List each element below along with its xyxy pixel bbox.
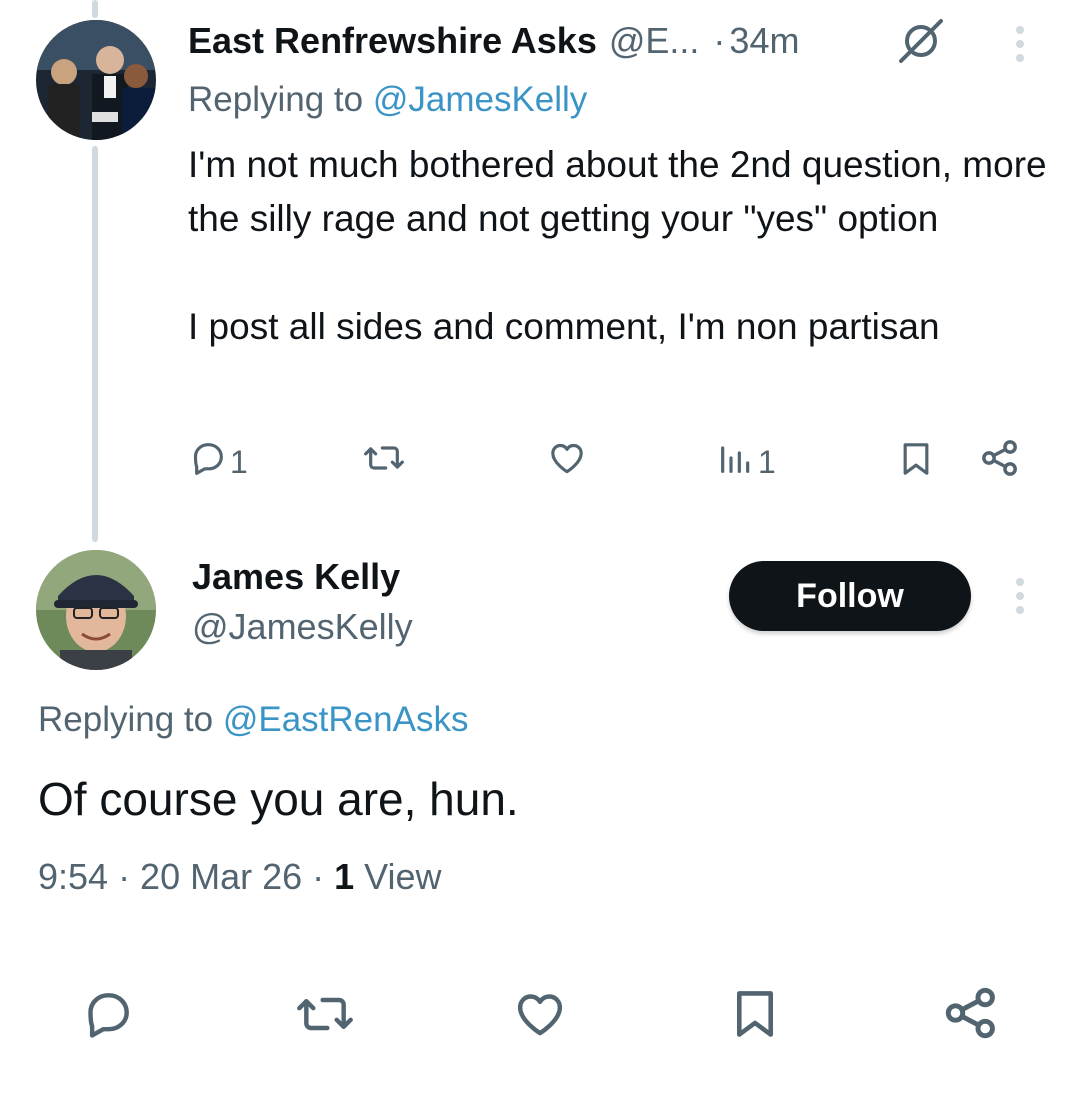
replying-to-label: Replying to	[188, 80, 373, 119]
display-name[interactable]: James Kelly	[192, 556, 400, 598]
views-chart-icon	[716, 438, 756, 486]
tweet-body: Of course you are, hun.	[38, 773, 519, 825]
retweet-button[interactable]	[362, 438, 406, 486]
tweet-header: East Renfrewshire Asks @E... · 34m	[188, 14, 799, 68]
heart-icon	[546, 438, 588, 486]
tweet-time[interactable]: 34m	[729, 20, 799, 62]
more-vertical-icon[interactable]	[1016, 26, 1024, 68]
reply-count: 1	[230, 443, 248, 480]
share-button[interactable]	[978, 436, 1022, 488]
replying-to: Replying to @EastRenAsks	[38, 700, 468, 740]
replying-to-mention[interactable]: @JamesKelly	[373, 80, 587, 119]
tweet-paragraph: I'm not much bothered about the 2nd ques…	[188, 144, 1047, 239]
like-button[interactable]	[546, 438, 588, 486]
share-icon	[978, 436, 1022, 488]
follow-button[interactable]: Follow	[729, 561, 971, 631]
replying-to-mention[interactable]: @EastRenAsks	[223, 700, 469, 739]
display-name[interactable]: East Renfrewshire Asks	[188, 20, 597, 62]
bookmark-icon	[896, 438, 936, 488]
share-button[interactable]	[940, 982, 1002, 1052]
bookmark-button[interactable]	[896, 438, 936, 488]
timestamp-text[interactable]: 9:54 · 20 Mar 26 ·	[38, 856, 334, 897]
view-label: View	[354, 856, 442, 897]
retweet-icon	[362, 438, 406, 486]
thread-connector-top	[92, 0, 98, 18]
like-button[interactable]	[510, 986, 570, 1050]
reply-button[interactable]: 1	[188, 438, 248, 486]
reply-button[interactable]	[78, 986, 138, 1050]
bookmark-button[interactable]	[726, 984, 784, 1052]
share-icon	[940, 982, 1002, 1052]
reply-icon	[188, 438, 228, 486]
user-handle[interactable]: @E...	[609, 20, 700, 62]
views-button[interactable]: 1	[716, 438, 776, 486]
replying-to-label: Replying to	[38, 700, 223, 739]
separator-dot: ·	[713, 20, 726, 61]
user-handle[interactable]: @JamesKelly	[192, 606, 413, 648]
avatar[interactable]	[36, 20, 156, 140]
tweet-body: I'm not much bothered about the 2nd ques…	[188, 138, 1048, 354]
bookmark-icon	[726, 984, 784, 1052]
tweet-timestamp: 9:54 · 20 Mar 26 · 1 View	[38, 856, 442, 898]
heart-icon	[510, 986, 570, 1050]
reply-icon	[78, 986, 138, 1050]
thread-connector	[92, 146, 98, 542]
retweet-icon	[292, 986, 358, 1050]
retweet-button[interactable]	[292, 986, 358, 1050]
tweet-paragraph: I post all sides and comment, I'm non pa…	[188, 306, 940, 347]
views-count: 1	[758, 443, 776, 480]
more-vertical-icon[interactable]	[1016, 578, 1024, 620]
hidden-reply-icon	[896, 16, 946, 71]
replying-to: Replying to @JamesKelly	[188, 80, 587, 120]
view-count: 1	[334, 856, 355, 897]
avatar[interactable]	[36, 550, 156, 670]
